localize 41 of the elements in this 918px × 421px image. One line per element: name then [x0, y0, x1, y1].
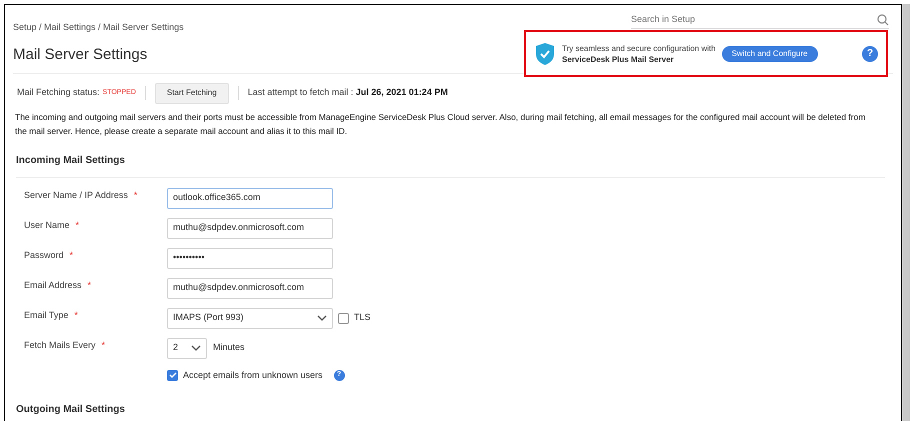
page-title: Mail Server Settings — [13, 46, 148, 62]
checkbox[interactable] — [167, 370, 178, 381]
section-heading: Outgoing Mail Settings — [16, 404, 125, 415]
breadcrumb: Setup / Mail Settings / Mail Server Settings — [13, 21, 184, 34]
checkbox-label: Accept emails from unknown users — [183, 368, 323, 382]
required-mark: * — [76, 218, 80, 232]
chevron-down-icon — [191, 345, 201, 351]
required-mark: * — [88, 278, 92, 292]
field-label: Password — [24, 248, 64, 262]
required-mark: * — [102, 338, 106, 352]
status-label: Mail Fetching status: — [17, 86, 100, 100]
field-label: Server Name / IP Address — [24, 188, 128, 202]
input-field[interactable]: muthu@sdpdev.onmicrosoft.com — [167, 278, 333, 298]
input-field[interactable]: outlook.office365.com — [167, 188, 333, 208]
field-label: Email Type — [24, 308, 68, 322]
search-icon — [877, 14, 889, 26]
promo-text: Try seamless and secure configuration with — [562, 42, 716, 54]
select-field[interactable]: 2 — [167, 338, 207, 358]
help-icon[interactable]: ? — [862, 46, 878, 62]
start-fetching-button[interactable]: Start Fetching — [154, 82, 229, 104]
last-attempt-text: Last attempt to fetch mail : Jul 26, 2021 01:24 PM — [248, 86, 448, 100]
search-field[interactable]: Search in Setup — [631, 13, 889, 28]
checkbox[interactable] — [338, 312, 349, 324]
required-mark: * — [74, 308, 78, 322]
shield-check-icon — [534, 42, 556, 66]
select-field[interactable]: IMAPS (Port 993) — [167, 308, 333, 328]
notice-text: The incoming and outgoing mail servers and their ports must be accessible from ManageEngine ServiceDesk Plus Cloud server. Also, during mail fetching, all email messages for the configured mail account will be deleted from the mail server. Hence, please create a separate mail account and alias it to this mail ID. — [15, 110, 866, 138]
checkbox-label: TLS — [354, 311, 371, 324]
switch-configure-button[interactable]: Switch and Configure — [722, 46, 818, 62]
required-mark: * — [70, 248, 74, 262]
input-field[interactable]: •••••••••• — [167, 248, 333, 268]
field-label: Fetch Mails Every — [24, 338, 96, 352]
promo-product: ServiceDesk Plus Mail Server — [562, 54, 675, 64]
required-mark: * — [134, 188, 138, 202]
chevron-down-icon — [317, 315, 327, 321]
section-heading: Incoming Mail Settings — [16, 154, 125, 166]
scrollbar[interactable] — [902, 4, 910, 421]
input-field[interactable]: muthu@sdpdev.onmicrosoft.com — [167, 218, 333, 238]
unit-label: Minutes — [213, 341, 245, 354]
field-label: User Name — [24, 218, 70, 232]
field-label: Email Address — [24, 278, 82, 292]
